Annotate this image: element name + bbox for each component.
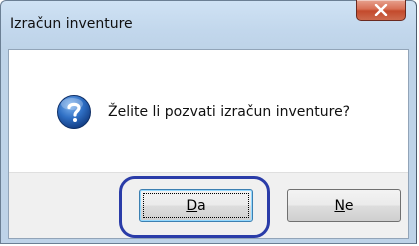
screenshot-canvas: Izračun inventure Želite li pozvati izra…: [0, 0, 419, 246]
close-button[interactable]: [356, 0, 406, 21]
dialog-message: Želite li pozvati izračun inventure?: [108, 104, 351, 120]
highlight-annotation: [119, 176, 270, 238]
close-icon: [357, 0, 405, 20]
no-button-mnemonic: N: [334, 197, 345, 214]
no-button-label-rest: e: [344, 197, 354, 214]
question-icon: [56, 94, 92, 130]
no-button-label: Ne: [334, 198, 353, 214]
window-title: Izračun inventure: [10, 16, 133, 32]
no-button[interactable]: Ne: [287, 189, 401, 222]
